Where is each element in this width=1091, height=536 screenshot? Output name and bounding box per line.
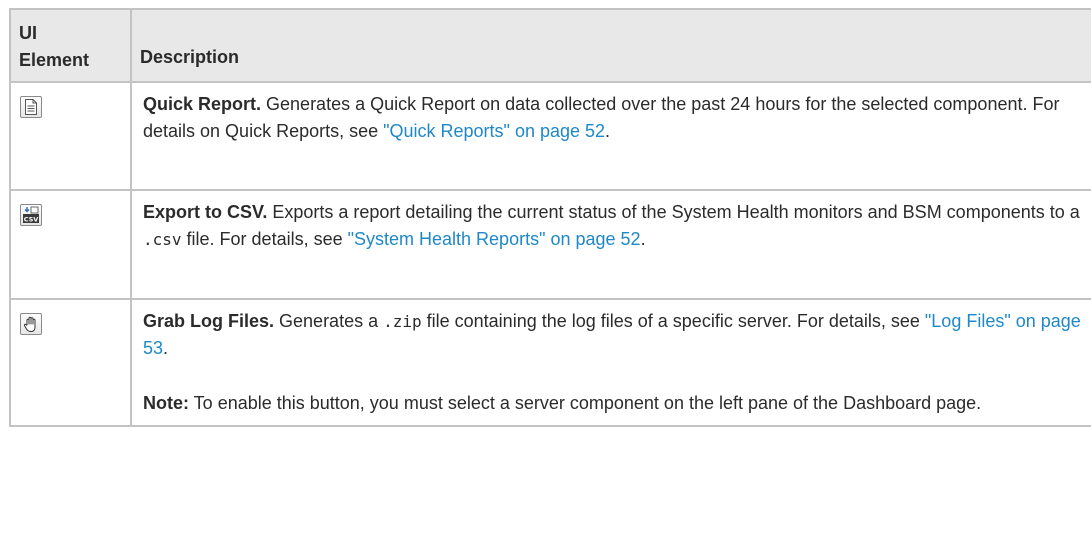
ui-elements-table: UI Element Description Quick Report. Gene… [9,8,1091,427]
table-row: Quick Report. Generates a Quick Report o… [9,81,1091,191]
note-text: To enable this button, you must select a… [189,393,982,413]
ui-element-cell: CSV [9,189,132,300]
link-quick-reports[interactable]: "Quick Reports" on page 52 [383,121,605,141]
term-grab-log-files: Grab Log Files. [143,311,275,331]
term-export-csv: Export to CSV. [143,202,268,222]
description-text: Exports a report detailing the current s… [267,202,1080,222]
description-tail: . [605,121,611,141]
header-ui-element-line2: Element [19,50,90,70]
svg-text:CSV: CSV [24,215,39,223]
description-cell: Export to CSV. Exports a report detailin… [130,189,1091,300]
link-system-health-reports[interactable]: "System Health Reports" on page 52 [348,229,641,249]
code-csv: .csv [143,230,182,249]
export-csv-icon[interactable]: CSV [20,204,42,226]
note-paragraph: Note: To enable this button, you must se… [143,390,1081,417]
description-text: file. For details, see [181,229,348,249]
header-ui-element-line1: UI [19,23,37,43]
table-header-row: UI Element Description [9,8,1091,83]
header-description: Description [130,8,1091,83]
ui-element-cell [9,298,132,427]
table-row: CSV Export to CSV. Exports a report deta… [9,189,1091,300]
description-text: Generates a [274,311,384,331]
header-ui-element: UI Element [9,8,132,83]
ui-element-cell [9,81,132,191]
description-tail: . [640,229,646,249]
description-text: file containing the log files of a speci… [421,311,925,331]
description-cell: Quick Report. Generates a Quick Report o… [130,81,1091,191]
code-zip: .zip [383,312,422,331]
report-document-icon[interactable] [20,96,42,118]
note-label: Note: [143,393,189,413]
description-tail: . [163,338,169,358]
grab-hand-icon[interactable] [20,313,42,335]
table-row: Grab Log Files. Generates a .zip file co… [9,298,1091,427]
term-quick-report: Quick Report. [143,94,262,114]
description-cell: Grab Log Files. Generates a .zip file co… [130,298,1091,427]
